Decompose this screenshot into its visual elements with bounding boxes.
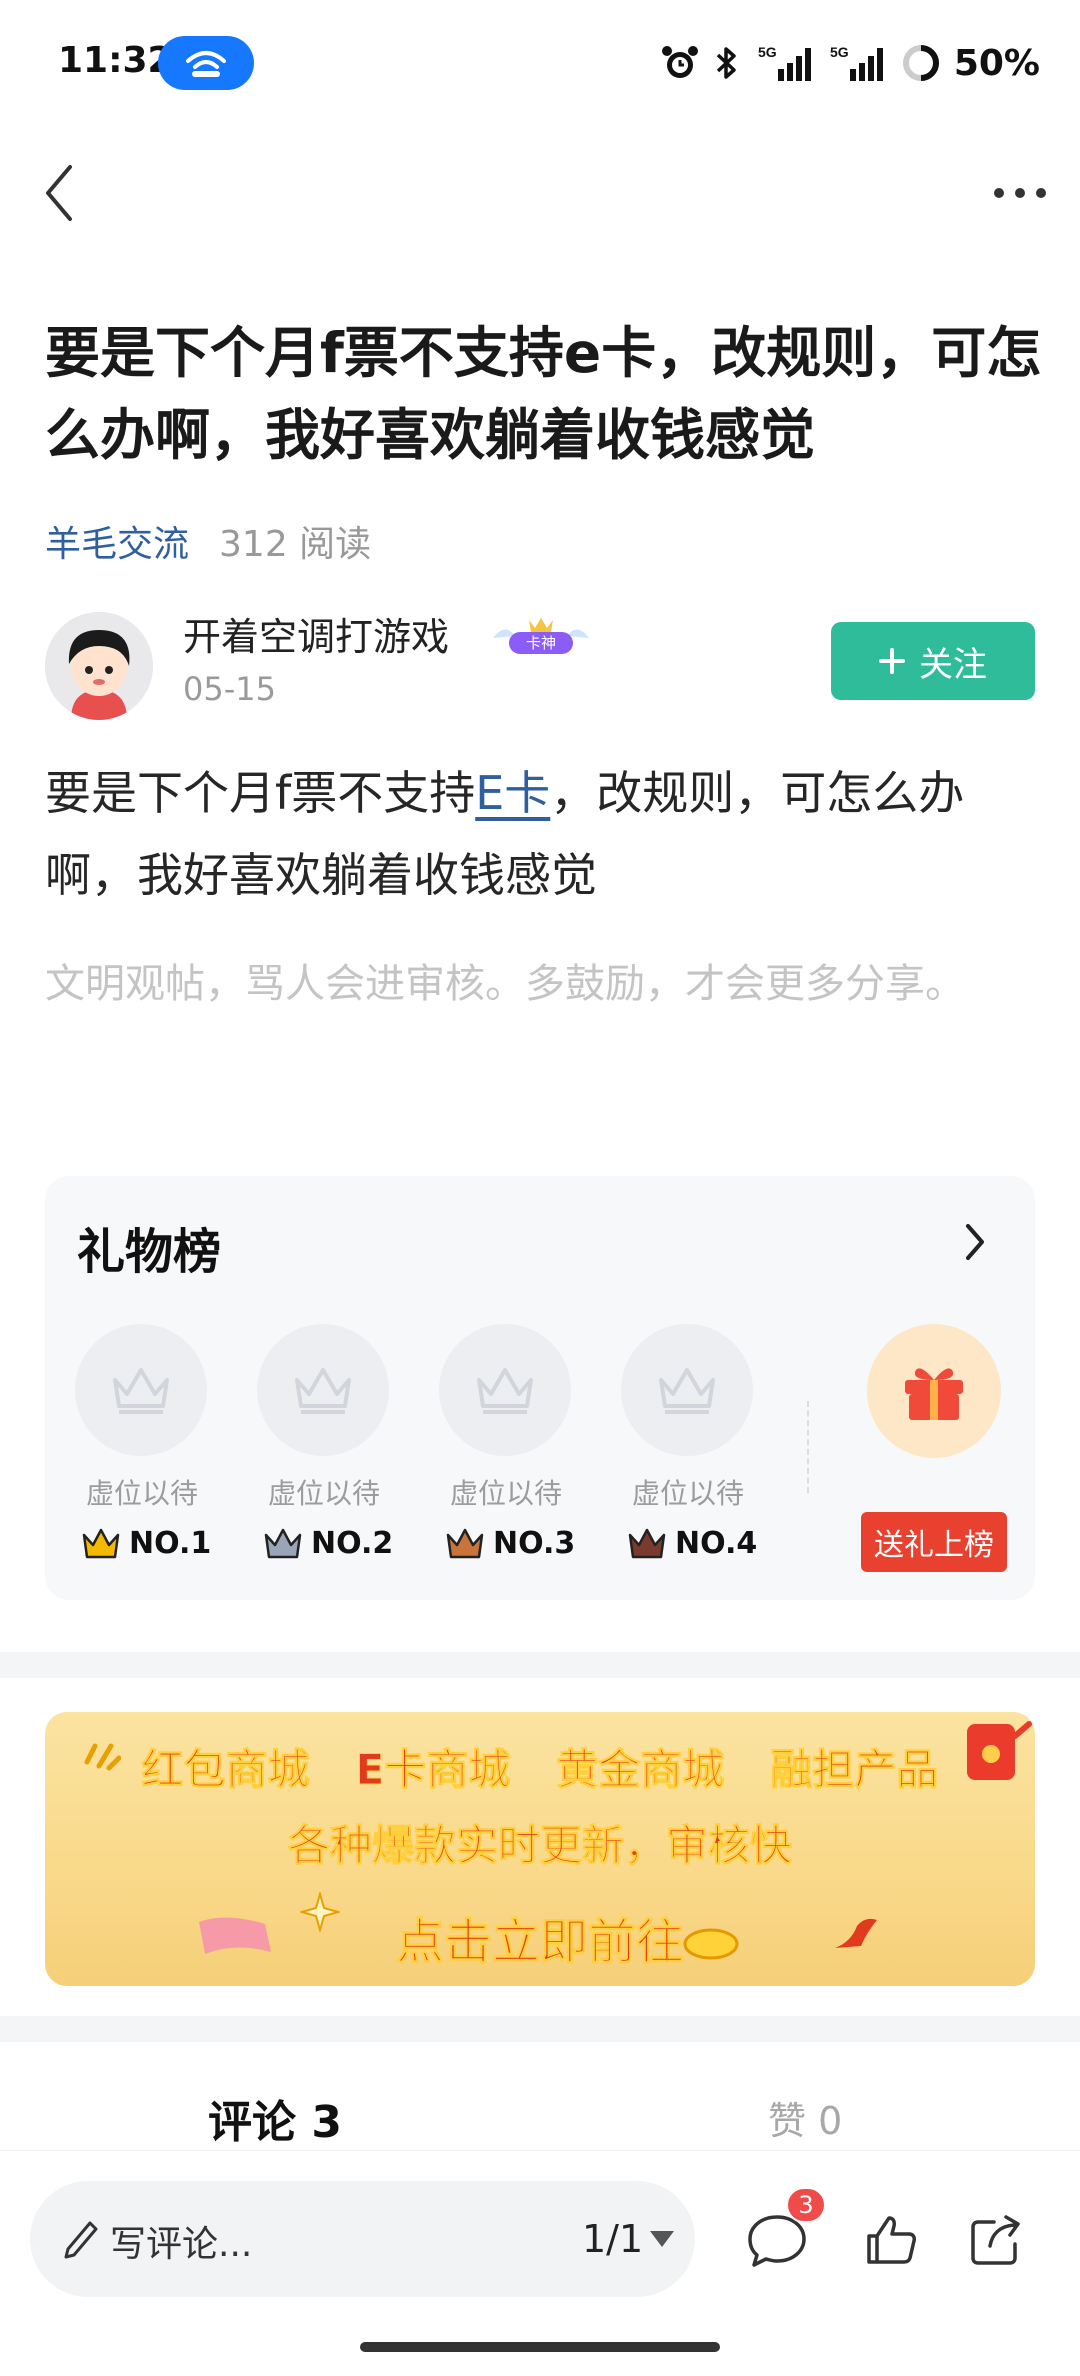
slot-rank: NO.1 bbox=[81, 1526, 231, 1561]
slot-label: 虚位以待 bbox=[631, 1477, 744, 1510]
slot-rank: NO.4 bbox=[627, 1526, 777, 1561]
share-button[interactable] bbox=[962, 2205, 1032, 2275]
gift-box-button[interactable] bbox=[867, 1324, 1001, 1458]
rank-text: NO.1 bbox=[129, 1526, 212, 1561]
civility-notice: 文明观帖，骂人会进审核。多鼓励，才会更多分享。 bbox=[45, 961, 965, 1007]
section-divider bbox=[0, 1652, 1080, 1678]
author-name[interactable]: 开着空调打游戏 bbox=[183, 612, 449, 662]
signal-5g-icon: 5G bbox=[754, 43, 816, 83]
gift-divider bbox=[807, 1401, 809, 1493]
post-title: 要是下个月f票不支持e卡，改规则，可怎么办啊，我好喜欢躺着收钱感觉 bbox=[45, 321, 1042, 467]
banner-item: 红包商城 bbox=[141, 1745, 310, 1795]
empty-crown-icon bbox=[439, 1324, 571, 1456]
alarm-icon bbox=[660, 43, 700, 83]
post-meta: 羊毛交流 312 阅读 bbox=[45, 516, 371, 566]
gift-board: 礼物榜 虚位以待 NO.1 虚位以待 NO.2 虚位以待 NO.3 虚位以待 N… bbox=[45, 1176, 1035, 1600]
home-indicator[interactable] bbox=[360, 2342, 720, 2352]
slot-rank: NO.2 bbox=[263, 1526, 413, 1561]
caret-down-icon[interactable] bbox=[648, 2229, 676, 2249]
ecard-link[interactable]: E卡 bbox=[475, 766, 550, 820]
rank-text: NO.4 bbox=[675, 1526, 758, 1561]
chevron-right-icon bbox=[966, 1224, 984, 1260]
page-indicator[interactable]: 1/1 bbox=[582, 2217, 643, 2261]
empty-crown-icon bbox=[75, 1324, 207, 1456]
banner-item: 融担产品 bbox=[770, 1745, 939, 1795]
empty-crown-icon bbox=[621, 1324, 753, 1456]
body-text-start: 要是下个月f票不支持 bbox=[45, 766, 476, 820]
gift-board-title: 礼物榜 bbox=[77, 1224, 222, 1280]
gift-box-icon bbox=[905, 1368, 963, 1420]
comment-count-badge: 3 bbox=[786, 2187, 826, 2223]
thumbs-up-icon bbox=[867, 2216, 916, 2264]
plus-icon bbox=[879, 648, 905, 674]
category-link[interactable]: 羊毛交流 bbox=[45, 515, 189, 567]
battery-icon bbox=[902, 44, 940, 82]
slot-label: 虚位以待 bbox=[267, 1477, 380, 1510]
slot-label: 虚位以待 bbox=[449, 1477, 562, 1510]
slot-label: 虚位以待 bbox=[85, 1477, 198, 1510]
tab-likes[interactable]: 赞 0 bbox=[768, 2090, 842, 2145]
send-gift-button[interactable]: 送礼上榜 bbox=[861, 1512, 1007, 1572]
battery-level: 50% bbox=[953, 42, 1040, 84]
banner-item: E卡商城 bbox=[355, 1745, 511, 1795]
badge-label: 卡神 bbox=[526, 634, 556, 652]
gift-slot-1[interactable]: 虚位以待 NO.1 bbox=[75, 1324, 211, 1574]
follow-button[interactable]: 关注 bbox=[831, 622, 1035, 700]
rank-text: NO.2 bbox=[311, 1526, 394, 1561]
author-row: 开着空调打游戏 卡神 05-15 关注 bbox=[45, 612, 1035, 722]
share-icon bbox=[971, 2215, 1020, 2265]
svg-text:5G: 5G bbox=[830, 44, 849, 60]
status-bar: 11:32 5G 5G 50% bbox=[0, 0, 1080, 130]
svg-text:5G: 5G bbox=[758, 44, 777, 60]
gift-slot-3[interactable]: 虚位以待 NO.3 bbox=[439, 1324, 575, 1574]
more-button[interactable] bbox=[980, 158, 1060, 228]
back-button[interactable] bbox=[24, 158, 94, 228]
kashen-badge: 卡神 bbox=[485, 612, 597, 662]
signal-5g-icon: 5G bbox=[830, 43, 888, 83]
gift-slot-4[interactable]: 虚位以待 NO.4 bbox=[621, 1324, 757, 1574]
top-nav bbox=[0, 150, 1080, 230]
banner-tagline: 各种爆款实时更新，审核快 bbox=[287, 1821, 792, 1871]
empty-crown-icon bbox=[257, 1324, 389, 1456]
gift-slot-2[interactable]: 虚位以待 NO.2 bbox=[257, 1324, 393, 1574]
banner-cta[interactable]: 点击立即前往 bbox=[45, 1902, 1035, 1972]
banner-item: 黄金商城 bbox=[556, 1745, 725, 1795]
crown-dark-icon bbox=[628, 1528, 666, 1558]
hotspot-icon bbox=[158, 36, 254, 90]
crown-gold-icon bbox=[82, 1528, 120, 1558]
gift-board-more-button[interactable] bbox=[945, 1212, 1005, 1272]
avatar[interactable] bbox=[45, 612, 153, 720]
comment-input[interactable]: 写评论... 1/1 bbox=[30, 2181, 695, 2297]
banner-items: 红包商城 E卡商城 黄金商城 融担产品 bbox=[45, 1736, 1035, 1797]
bluetooth-icon bbox=[714, 43, 740, 83]
follow-label: 关注 bbox=[919, 644, 987, 685]
chevron-left-icon bbox=[46, 165, 72, 221]
comment-placeholder: 写评论... bbox=[110, 2224, 253, 2265]
promo-banner[interactable]: 红包商城 E卡商城 黄金商城 融担产品 各种爆款实时更新，审核快 点击立即前往 bbox=[45, 1712, 1035, 1986]
tab-comments[interactable]: 评论 3 bbox=[208, 2086, 342, 2150]
post-date: 05-15 bbox=[183, 670, 276, 708]
slot-rank: NO.3 bbox=[445, 1526, 595, 1561]
post-body: 要是下个月f票不支持E卡，改规则，可怎么办啊，我好喜欢躺着收钱感觉 bbox=[45, 752, 1045, 916]
more-dots-icon bbox=[994, 188, 1046, 198]
crown-bronze-icon bbox=[446, 1528, 484, 1558]
status-icons: 5G 5G 50% bbox=[660, 38, 1040, 88]
section-divider bbox=[0, 2016, 1080, 2042]
crown-silver-icon bbox=[264, 1528, 302, 1558]
like-button[interactable] bbox=[856, 2205, 926, 2275]
rank-text: NO.3 bbox=[493, 1526, 576, 1561]
read-count: 312 阅读 bbox=[219, 524, 372, 565]
pencil-icon bbox=[64, 2221, 98, 2259]
status-time: 11:32 bbox=[58, 40, 173, 81]
